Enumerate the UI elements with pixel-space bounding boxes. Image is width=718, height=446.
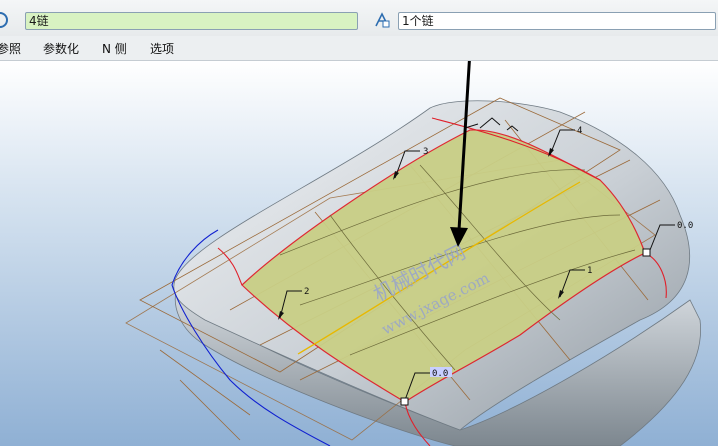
edge-label-1[interactable]: 1 [587,266,592,276]
reference-chain-field[interactable]: 4链 [25,12,358,30]
edge-label-2[interactable]: 2 [304,287,309,297]
tab-n-sided[interactable]: N 侧 [102,40,127,57]
chain-collector-bar: 4链 1个链 [0,0,718,36]
chain-details-field[interactable]: 1个链 [398,12,716,30]
dashboard-tabs: 参照 参数化 N 侧 选项 [0,36,718,61]
tab-references[interactable]: 参照 [0,40,21,57]
edge-label-3[interactable]: 3 [423,147,428,157]
vertex-label-bottom[interactable]: 0.0 [432,369,448,379]
vertex-handle-bottom[interactable] [400,397,409,406]
chain-details-icon[interactable] [373,11,391,29]
tab-options[interactable]: 选项 [150,40,174,57]
edge-label-4[interactable]: 4 [577,126,582,136]
vertex-label-right[interactable]: 0.0 [677,221,693,231]
vertex-handle-right[interactable] [642,248,651,257]
chain-collector-icon[interactable] [0,11,9,29]
tab-parameterization[interactable]: 参数化 [43,40,79,57]
graphics-window[interactable]: 4 3 2 1 0.0 0.0 机械时代网 www.jxage.com [0,61,718,446]
